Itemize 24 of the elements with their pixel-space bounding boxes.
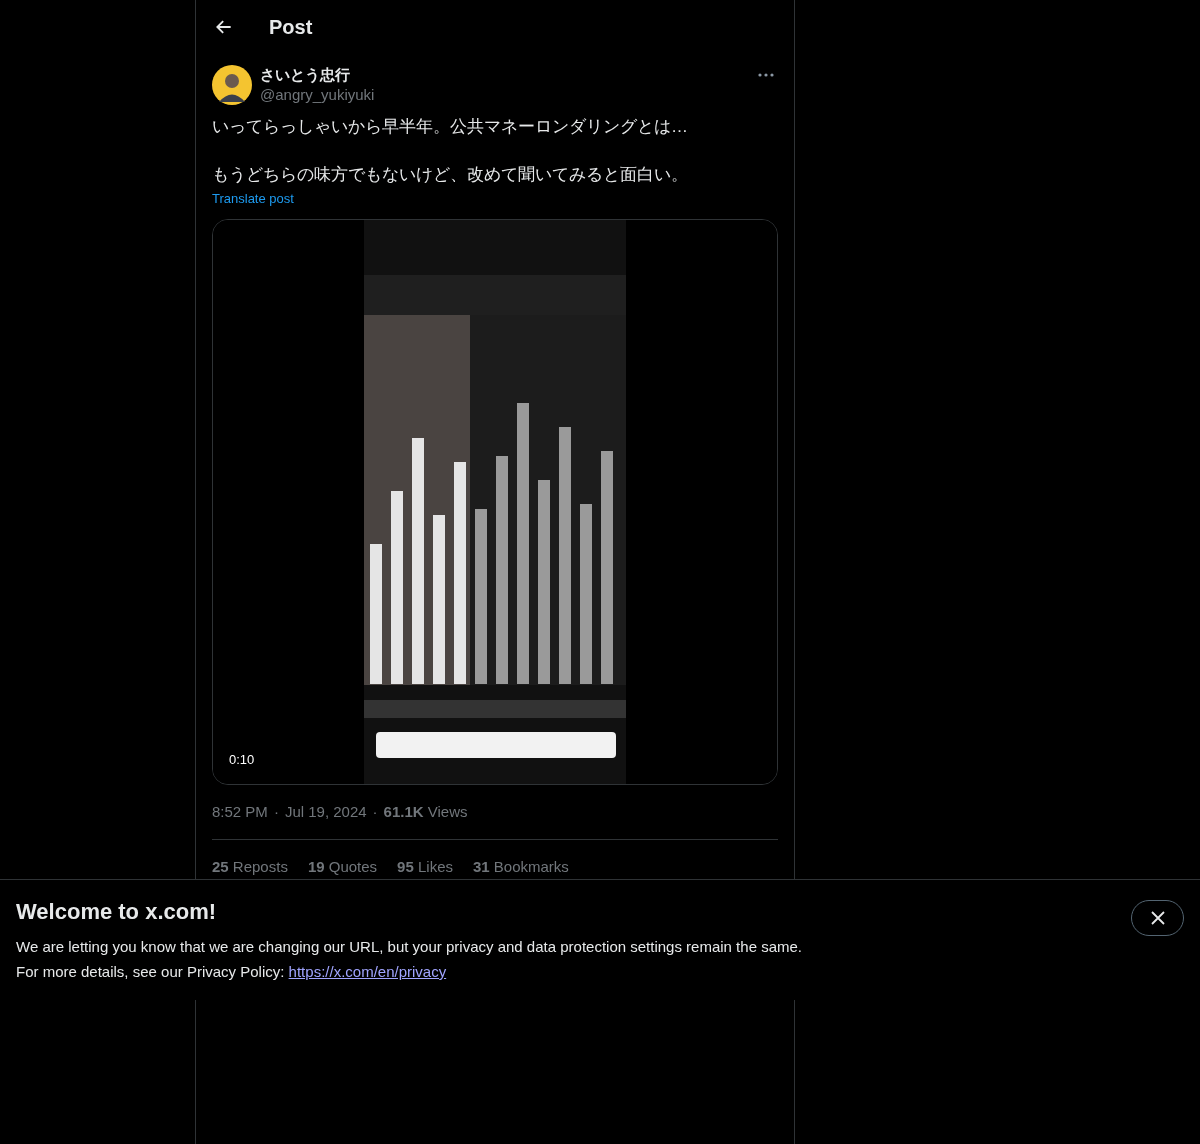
more-icon [758, 73, 774, 77]
stat-link[interactable]: 25 Reposts [212, 855, 288, 878]
stat-link[interactable]: 19 Quotes [307, 855, 378, 878]
close-icon [1150, 911, 1165, 925]
post-time[interactable]: 8:52 PM [212, 801, 268, 824]
banner-title: Welcome to x.com! [16, 898, 218, 926]
separator-dot: · [273, 802, 279, 823]
page-title: Post [269, 14, 313, 40]
translate-link[interactable]: Translate post [212, 189, 294, 209]
banner-text: We are letting you know that we are changing our URL, but your privacy and data protection settings remain the same. [16, 937, 802, 957]
video-time: 0:10 [229, 751, 255, 769]
post-date[interactable]: Jul 19, 2024 [284, 801, 367, 824]
stat-link[interactable]: 95 Likes [397, 855, 453, 878]
separator-dot: · [372, 802, 378, 823]
banner-text: For more details, see our Privacy Policy: https://x.com/en/privacy [16, 962, 448, 982]
post-text: もうどちらの味方でもないけど、改めて聞いてみると面白い。 [212, 164, 689, 186]
post-text: いってらっしゃいから早半年。公共マネーロンダリングとは… [212, 116, 689, 138]
author-name[interactable]: さいとう忠行 [260, 65, 375, 85]
video-player[interactable]: 0:10 [212, 218, 778, 785]
view-count: 61.1K Views [383, 802, 468, 823]
stat-link[interactable]: 31 Bookmarks [473, 855, 569, 878]
privacy-link[interactable]: https://x.com/en/privacy [288, 963, 447, 980]
avatar[interactable] [212, 65, 252, 105]
author-handle[interactable]: @angry_yukiyuki [260, 85, 375, 105]
